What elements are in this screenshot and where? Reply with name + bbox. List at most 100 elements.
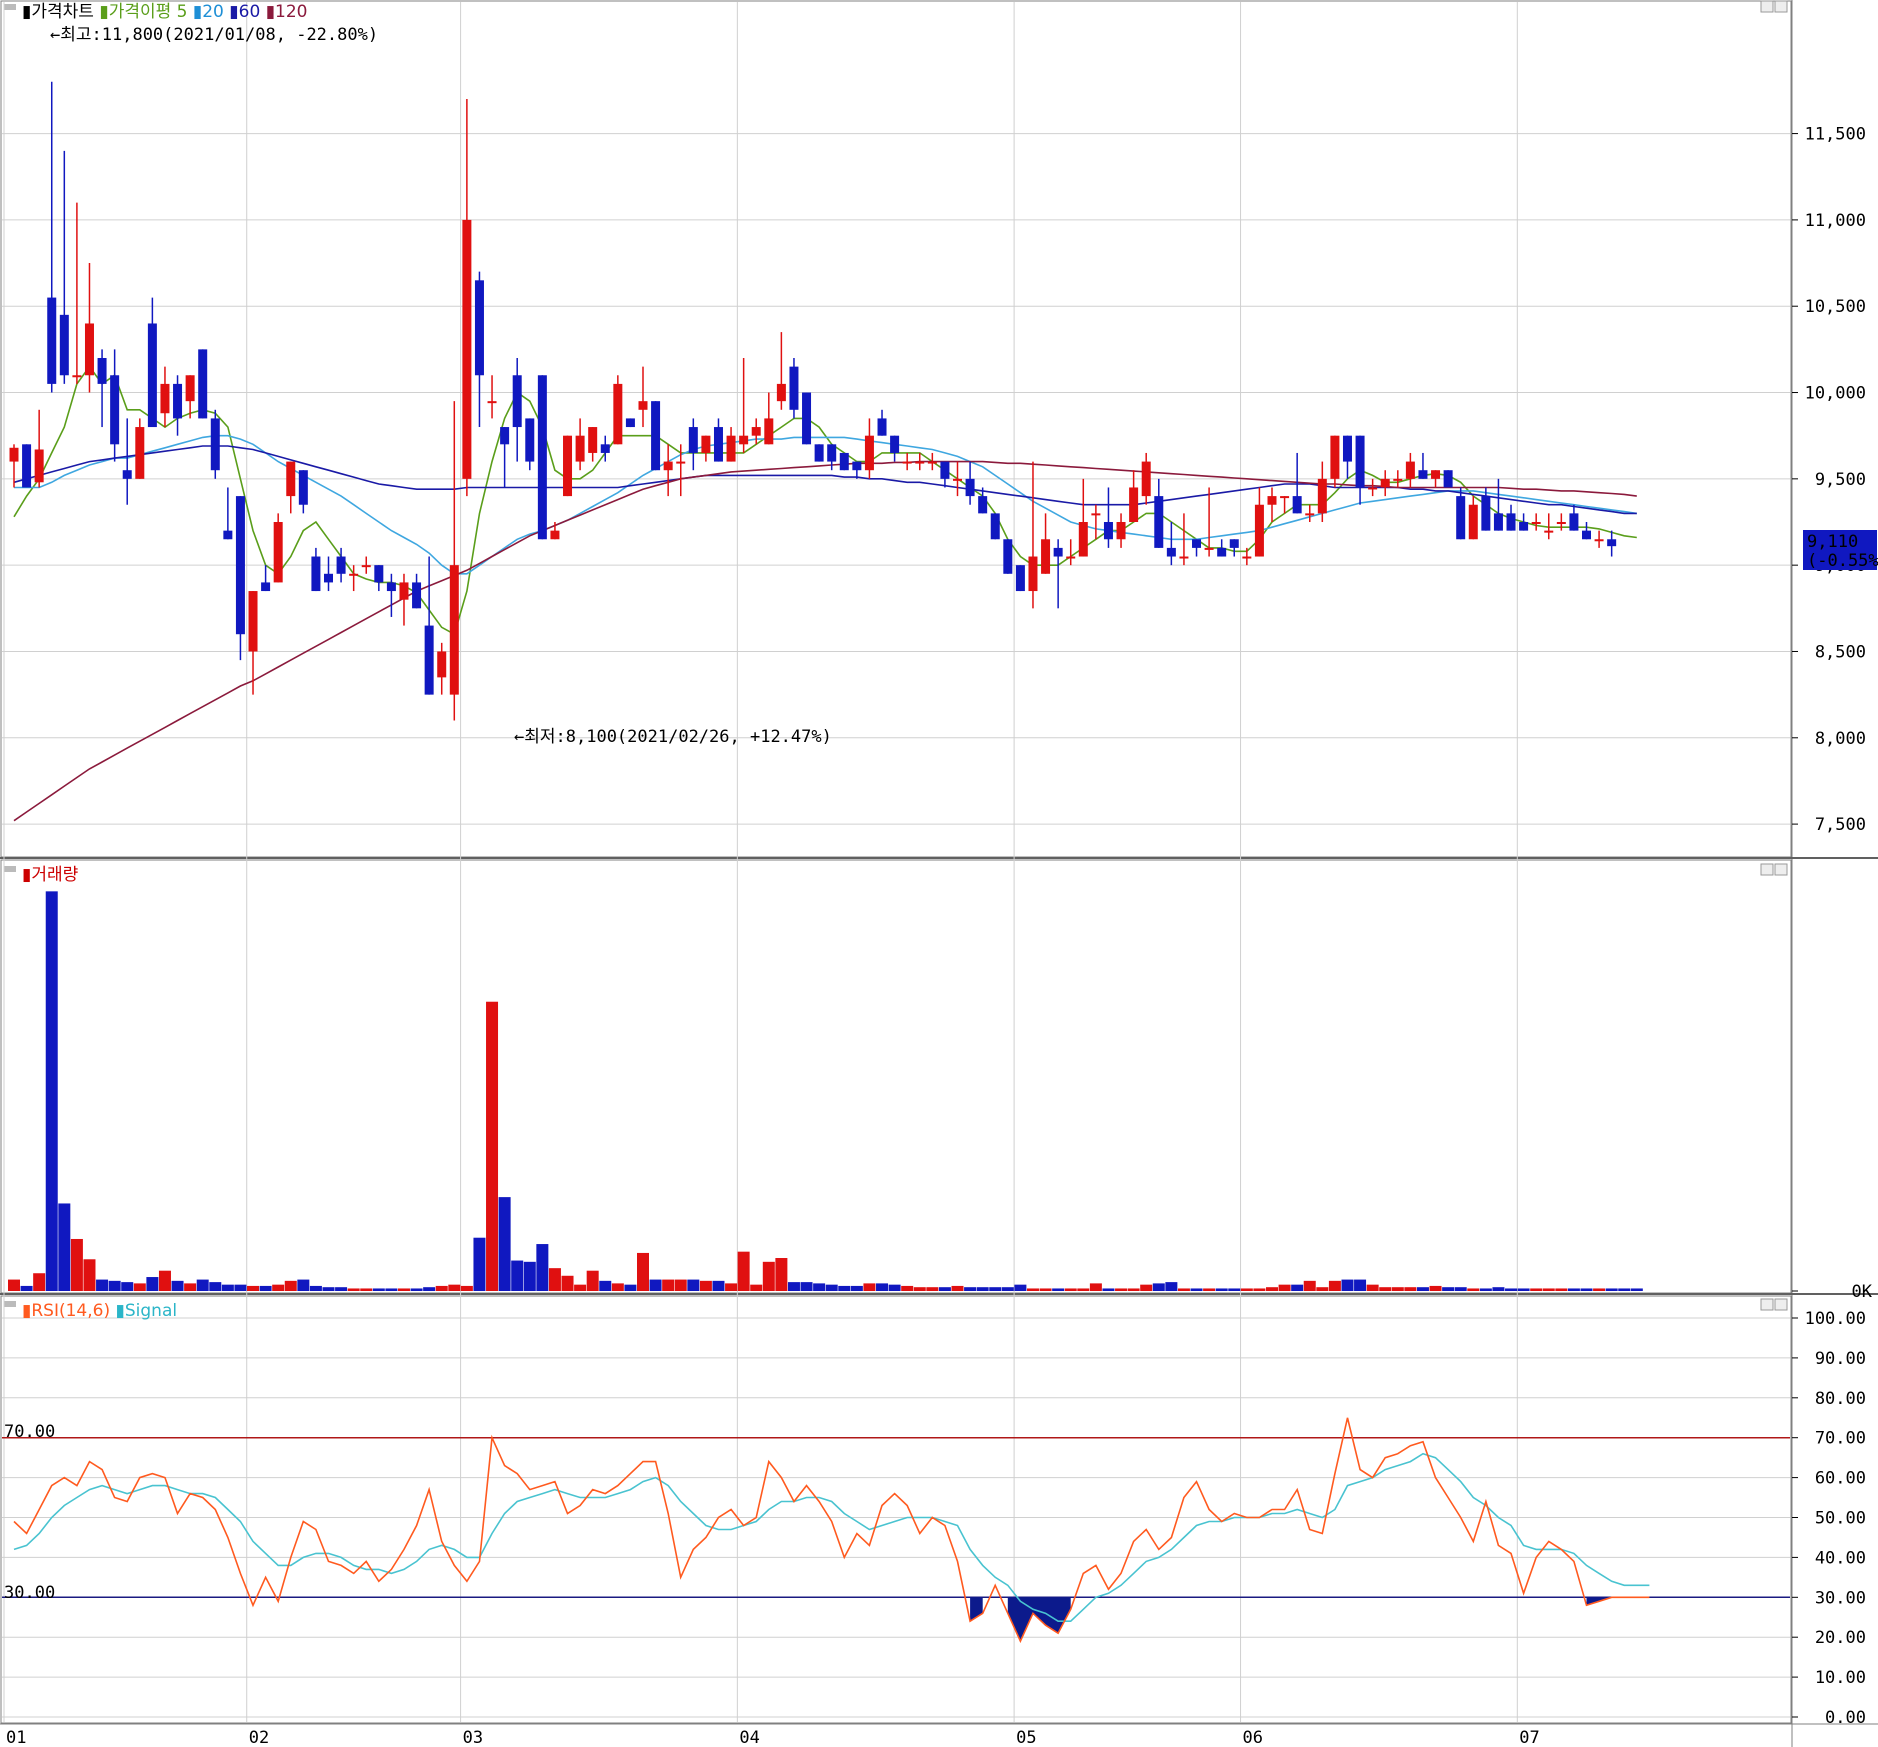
candle-body bbox=[927, 461, 937, 464]
candle-body bbox=[827, 444, 837, 462]
candle-body bbox=[600, 444, 610, 453]
candle-body bbox=[412, 582, 422, 609]
candle-body bbox=[902, 461, 912, 464]
candle-body bbox=[953, 478, 962, 481]
volume-bar bbox=[1190, 1288, 1203, 1291]
volume-bar bbox=[762, 1261, 775, 1291]
candle-body bbox=[1569, 513, 1579, 531]
candle-body bbox=[802, 392, 812, 445]
volume-bar bbox=[574, 1284, 587, 1291]
volume-bar bbox=[611, 1283, 624, 1291]
price-panel-handle-icon[interactable] bbox=[4, 4, 16, 10]
candle-body bbox=[1229, 539, 1239, 548]
candle-body bbox=[487, 401, 497, 404]
volume-bar bbox=[1605, 1288, 1618, 1291]
candle-body bbox=[713, 427, 723, 462]
candle-body bbox=[122, 470, 132, 479]
candle-body bbox=[173, 383, 183, 419]
candle-body bbox=[990, 513, 1000, 540]
candle-body bbox=[1443, 470, 1453, 488]
candle-body bbox=[751, 427, 761, 436]
volume-bar bbox=[674, 1279, 687, 1291]
candle-body bbox=[1141, 461, 1151, 497]
volume-bar bbox=[385, 1288, 398, 1291]
volume-bar bbox=[1152, 1283, 1165, 1291]
legend-marker: ▮ bbox=[229, 2, 238, 22]
price-panel-close-button[interactable] bbox=[1774, 0, 1788, 13]
rsi-tick-label: 0.00 bbox=[1825, 1708, 1866, 1728]
candle-body bbox=[651, 401, 661, 471]
candle-body bbox=[1544, 530, 1554, 533]
stock-chart: 01 02 03 04 05 06 07 11,500 11,000 10,500 10,000 9… bbox=[0, 0, 1878, 1747]
candle-body bbox=[361, 565, 371, 568]
volume-bar bbox=[309, 1285, 322, 1291]
volume-bar bbox=[360, 1288, 373, 1291]
volume-bar bbox=[699, 1280, 712, 1291]
volume-bar bbox=[687, 1279, 700, 1291]
candle-body bbox=[336, 556, 346, 574]
volume-bar bbox=[272, 1284, 285, 1291]
volume-bar bbox=[322, 1287, 335, 1291]
candle-body bbox=[688, 427, 698, 453]
rsi-panel-close-button[interactable] bbox=[1774, 1298, 1788, 1311]
volume-bar bbox=[813, 1283, 826, 1291]
candle-body bbox=[563, 435, 573, 497]
rsi-legend: ▮RSI(14,6) ▮Signal bbox=[22, 1301, 177, 1321]
volume-bar bbox=[1442, 1287, 1455, 1291]
volume-bar bbox=[96, 1279, 109, 1291]
price-tick-label: 8,000 bbox=[1815, 729, 1866, 749]
volume-bar bbox=[1077, 1288, 1090, 1291]
rsi-panel-minimize-button[interactable] bbox=[1760, 1298, 1774, 1311]
candle-body bbox=[97, 358, 107, 384]
candle-body bbox=[1355, 435, 1365, 488]
rsi-panel-handle-icon[interactable] bbox=[4, 1301, 16, 1307]
volume-bar bbox=[1341, 1279, 1354, 1291]
legend-item: 거래량 bbox=[31, 865, 78, 885]
candle-body bbox=[147, 323, 157, 428]
volume-bar bbox=[750, 1284, 763, 1291]
candle-body bbox=[1418, 470, 1428, 479]
volume-bar bbox=[1115, 1288, 1128, 1291]
volume-bar bbox=[498, 1197, 511, 1291]
volume-bar bbox=[33, 1273, 46, 1291]
candle-body bbox=[1003, 539, 1013, 574]
candle-body bbox=[110, 375, 120, 445]
volume-bar bbox=[335, 1287, 348, 1291]
rsi-tick-label: 30.00 bbox=[1815, 1588, 1866, 1608]
volume-bar bbox=[410, 1288, 423, 1291]
candle-body bbox=[424, 625, 434, 695]
candle-body bbox=[1493, 513, 1503, 531]
volume-bar bbox=[1291, 1284, 1304, 1291]
volume-panel-close-button[interactable] bbox=[1774, 863, 1788, 876]
candle-body bbox=[1368, 487, 1378, 490]
volume-bar bbox=[901, 1285, 914, 1291]
candle-body bbox=[1280, 496, 1290, 499]
volume-bar bbox=[8, 1279, 20, 1291]
volume-bar bbox=[1052, 1288, 1065, 1291]
volume-bar bbox=[486, 1001, 499, 1291]
volume-bar bbox=[423, 1287, 436, 1291]
candle-body bbox=[1317, 478, 1327, 514]
price-tick-label: 7,500 bbox=[1815, 815, 1866, 835]
volume-bar bbox=[1278, 1284, 1291, 1291]
legend-item: 120 bbox=[275, 2, 307, 22]
legend-item: 60 bbox=[239, 2, 266, 22]
month-label: 07 bbox=[1519, 1728, 1539, 1747]
volume-panel-minimize-button[interactable] bbox=[1760, 863, 1774, 876]
candle-body bbox=[374, 565, 384, 583]
volume-bar bbox=[297, 1279, 310, 1291]
volume-bar bbox=[787, 1282, 800, 1291]
candle-body bbox=[84, 323, 94, 376]
volume-bar bbox=[1467, 1288, 1480, 1291]
month-label: 06 bbox=[1243, 1728, 1263, 1747]
candle-body bbox=[1405, 461, 1415, 479]
volume-bar bbox=[347, 1288, 360, 1291]
volume-bar bbox=[121, 1282, 134, 1291]
volume-bar bbox=[83, 1259, 96, 1291]
candle-body bbox=[1179, 556, 1189, 559]
candle-body bbox=[525, 418, 535, 462]
candle-body bbox=[701, 435, 711, 453]
price-panel-minimize-button[interactable] bbox=[1760, 0, 1774, 13]
volume-panel-handle-icon[interactable] bbox=[4, 866, 16, 872]
volume-bar bbox=[1505, 1288, 1518, 1291]
